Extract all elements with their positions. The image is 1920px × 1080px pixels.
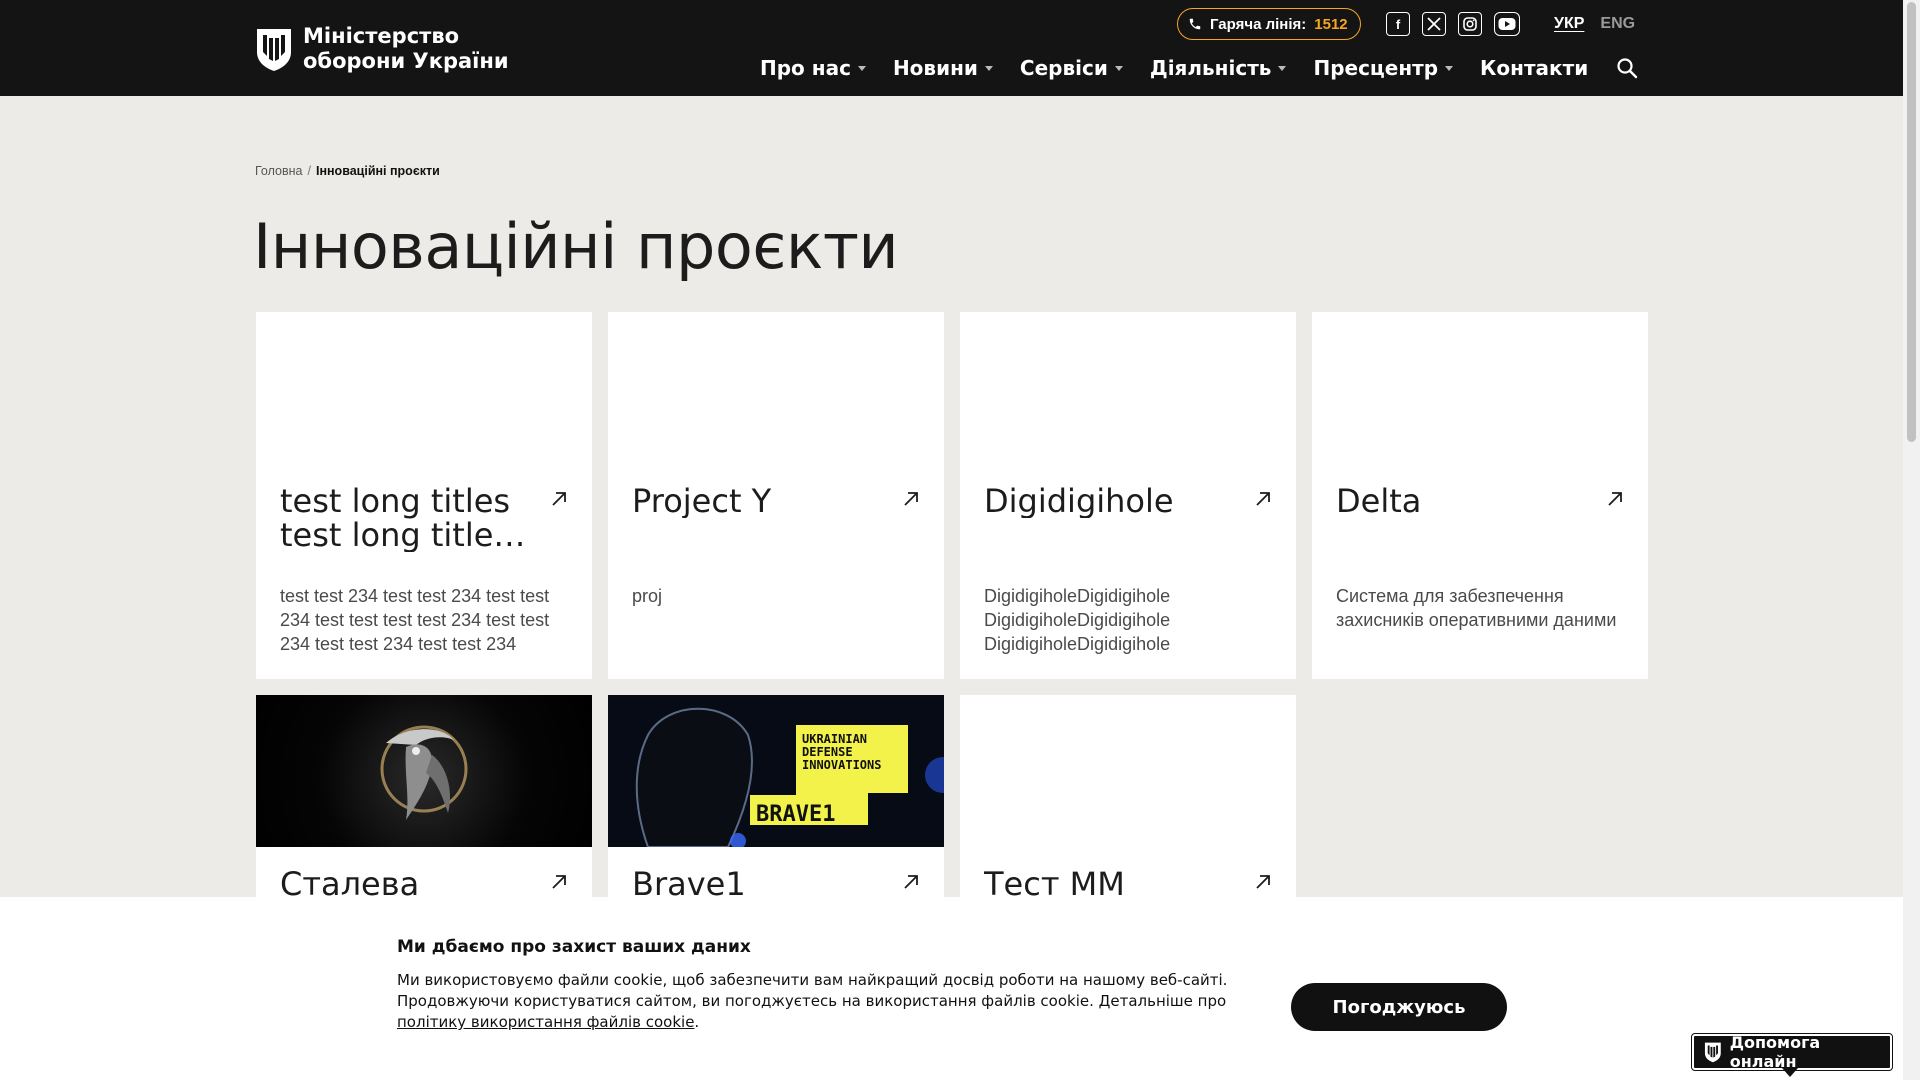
- breadcrumb-separator: /: [307, 164, 311, 178]
- instagram-icon[interactable]: [1458, 12, 1482, 36]
- logo-line-1: Міністерство: [303, 24, 460, 48]
- project-card[interactable]: test long titles test long titles test l…: [256, 312, 592, 679]
- nav-news[interactable]: Новини: [893, 56, 993, 80]
- brave1-banner-graphic: UKRAINIAN DEFENSE INNOVATIONS BRAVE1: [635, 707, 944, 849]
- card-image-brave1: UKRAINIAN DEFENSE INNOVATIONS BRAVE1: [608, 695, 944, 849]
- site-header: Міністерство оборони України Гаряча ліні…: [0, 0, 1903, 96]
- card-description: DigidigiholeDigidigihole DigidigiholeDig…: [984, 586, 1171, 654]
- brave1-line-2: DEFENSE: [802, 745, 853, 759]
- caret-down-icon: [1445, 65, 1454, 71]
- nav-activity-label: Діяльність: [1149, 56, 1272, 80]
- metal-bird-emblem-icon: [380, 725, 468, 820]
- breadcrumb-current: Інноваційні проєкти: [315, 164, 440, 178]
- card-image-metal-bird: [256, 695, 592, 847]
- phone-icon: [1189, 18, 1201, 30]
- nav-press[interactable]: Пресцентр: [1313, 56, 1454, 80]
- page-title: Інноваційні проєкти: [253, 210, 899, 283]
- brave1-line-3: INNOVATIONS: [802, 758, 881, 772]
- logo-text: Міністерство оборони України: [303, 24, 509, 74]
- caret-down-icon: [1114, 65, 1123, 71]
- search-icon[interactable]: [1616, 57, 1638, 79]
- card-title: Project Y: [632, 484, 772, 518]
- lang-eng[interactable]: ENG: [1600, 15, 1635, 33]
- arrow-up-right-icon: [904, 875, 918, 889]
- breadcrumb: Головна / Інноваційні проєкти: [255, 164, 440, 178]
- help-bubble-tail: [1782, 1068, 1798, 1077]
- project-card[interactable]: Digidigihole DigidigiholeDigidigihole Di…: [960, 312, 1296, 679]
- caret-down-icon: [857, 65, 866, 71]
- youtube-icon[interactable]: [1494, 12, 1520, 36]
- brave1-logo-text: BRAVE1: [756, 802, 835, 827]
- card-description: proj: [632, 586, 663, 606]
- card-title: Delta: [1336, 484, 1422, 518]
- nav-contacts-label: Контакти: [1480, 56, 1589, 80]
- project-card[interactable]: Delta Система для забезпечення захисникі…: [1312, 312, 1648, 679]
- nav-activity[interactable]: Діяльність: [1150, 56, 1287, 80]
- hotline-label: Гаряча лінія:: [1210, 15, 1307, 33]
- nav-news-label: Новини: [892, 56, 978, 80]
- arrow-up-right-icon: [552, 875, 566, 889]
- arrow-up-right-icon: [904, 492, 918, 506]
- cookie-title: Ми дбаємо про захист ваших даних: [397, 937, 751, 957]
- cookie-banner: Ми дбаємо про захист ваших даних Ми вико…: [0, 897, 1903, 1080]
- help-online-label: Допомога онлайн: [1729, 1033, 1821, 1071]
- site-logo[interactable]: Міністерство оборони України: [255, 24, 509, 74]
- card-title: Сталева: [280, 867, 420, 901]
- ministry-emblem-icon: [1704, 1042, 1721, 1063]
- page-scrollbar[interactable]: [1903, 0, 1920, 1080]
- cookie-policy-link[interactable]: політику використання файлів cookie: [397, 1013, 694, 1031]
- nav-about-label: Про нас: [760, 56, 851, 80]
- card-description: Система для забезпечення захисників опер…: [1336, 586, 1617, 630]
- brave1-line-1: UKRAINIAN: [802, 732, 867, 746]
- hotline-badge[interactable]: Гаряча лінія: 1512: [1177, 8, 1361, 40]
- ministry-emblem-icon: [257, 29, 291, 71]
- caret-down-icon: [984, 65, 993, 71]
- breadcrumb-home[interactable]: Головна: [255, 164, 303, 178]
- cookie-text: Ми використовуємо файли cookie, щоб забе…: [397, 970, 1257, 1033]
- arrow-up-right-icon: [1608, 492, 1622, 506]
- project-card[interactable]: Project Y proj: [608, 312, 944, 679]
- card-title: Тест ММ: [984, 867, 1125, 901]
- x-icon[interactable]: [1422, 12, 1446, 36]
- cookie-period: .: [694, 1013, 700, 1031]
- facebook-icon[interactable]: f: [1386, 12, 1410, 36]
- card-description: test test 234 test test 234 test test 23…: [280, 586, 550, 654]
- scrollbar-thumb[interactable]: [1907, 2, 1916, 442]
- nav-about[interactable]: Про нас: [760, 56, 866, 80]
- logo-line-2: оборони України: [303, 49, 509, 73]
- arrow-up-right-icon: [1256, 875, 1270, 889]
- main-nav: Про нас Новини Сервіси Діяльність Пресце…: [760, 56, 1615, 80]
- nav-contacts[interactable]: Контакти: [1480, 56, 1588, 80]
- help-online-button[interactable]: Допомога онлайн: [1692, 1033, 1892, 1071]
- nav-services-label: Сервіси: [1019, 56, 1108, 80]
- arrow-up-right-icon: [552, 492, 566, 506]
- nav-press-label: Пресцентр: [1313, 56, 1439, 80]
- card-title: test long titles test long titles test l…: [280, 484, 511, 552]
- cookie-body: Ми використовуємо файли cookie, щоб забе…: [397, 971, 1228, 1010]
- card-title: Digidigihole: [984, 484, 1174, 518]
- lang-ukr[interactable]: УКР: [1554, 15, 1584, 33]
- hotline-number: 1512: [1314, 15, 1348, 33]
- caret-down-icon: [1278, 65, 1287, 71]
- nav-services[interactable]: Сервіси: [1020, 56, 1123, 80]
- arrow-up-right-icon: [1256, 492, 1270, 506]
- accept-cookies-button[interactable]: Погоджуюсь: [1291, 983, 1507, 1031]
- card-title: Brave1: [632, 867, 746, 901]
- social-links: f: [1386, 12, 1520, 36]
- language-switcher: УКР ENG: [1554, 15, 1635, 33]
